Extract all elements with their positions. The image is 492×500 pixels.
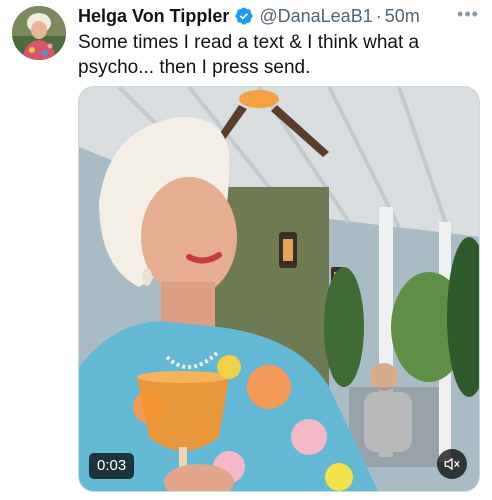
ellipsis-icon[interactable]: ••• xyxy=(454,4,482,24)
timestamp-link[interactable]: 50m xyxy=(385,6,420,27)
display-name[interactable]: Helga Von Tippler xyxy=(78,6,229,27)
avatar[interactable] xyxy=(12,6,66,60)
tweet-header: Helga Von Tippler @DanaLeaB1 · 50m xyxy=(78,4,420,28)
handle[interactable]: @DanaLeaB1 xyxy=(259,6,372,27)
video-timestamp: 0:03 xyxy=(89,453,135,479)
tweet-text: Some times I read a text & I think what … xyxy=(78,32,420,78)
verified-badge-icon[interactable] xyxy=(234,6,254,26)
speaker-icon[interactable] xyxy=(437,449,467,479)
tweet[interactable]: Helga Von Tippler @DanaLeaB1 · 50m ••• S… xyxy=(0,0,492,500)
separator-dot: · xyxy=(375,5,382,26)
video-frame xyxy=(79,87,479,491)
video-player[interactable]: 0:03 xyxy=(78,86,480,492)
